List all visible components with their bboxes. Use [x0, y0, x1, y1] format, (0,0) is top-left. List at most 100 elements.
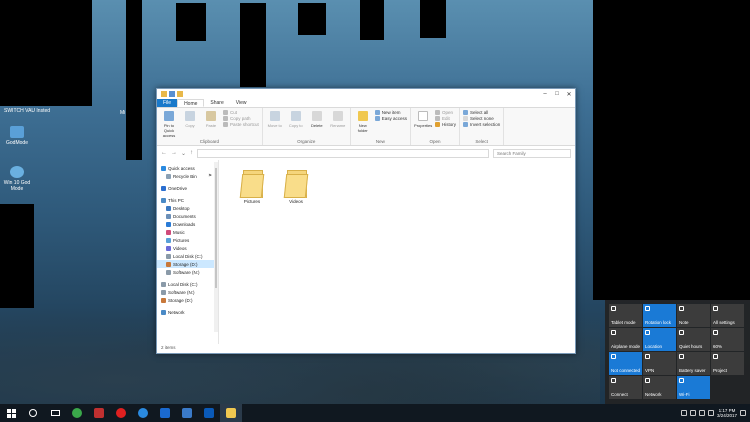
task-view-button[interactable] — [44, 404, 66, 422]
select-none-button[interactable]: Select none — [463, 116, 500, 121]
new-folder-button[interactable]: New folder — [354, 110, 372, 137]
paste-button[interactable]: Paste — [202, 110, 220, 137]
minimize-button[interactable]: – — [539, 91, 551, 98]
new-item-button[interactable]: New item — [374, 110, 407, 115]
redaction-block — [593, 0, 750, 300]
quick-action-icon — [611, 378, 616, 383]
nav-item[interactable]: This PC — [157, 196, 218, 204]
close-button[interactable]: ✕ — [563, 91, 575, 98]
desktop-icon-label: GodMode — [6, 140, 28, 146]
nav-item[interactable]: Music — [157, 228, 218, 236]
nav-item[interactable]: Network — [157, 308, 218, 316]
quick-action-tile[interactable]: Connect — [609, 376, 642, 399]
quick-action-tile[interactable]: Quiet hours — [677, 328, 710, 351]
copy-to-button[interactable]: Copy to — [287, 110, 305, 137]
quick-action-tile[interactable]: Location — [643, 328, 676, 351]
quick-action-icon — [679, 306, 684, 311]
quick-action-label: Location — [645, 344, 663, 349]
maximize-button[interactable]: □ — [551, 91, 563, 98]
properties-button[interactable]: Properties — [414, 110, 432, 137]
open-button[interactable]: Open — [435, 110, 456, 115]
start-button[interactable] — [0, 404, 22, 422]
quick-action-tile[interactable]: 60% — [711, 328, 744, 351]
quick-action-tile[interactable]: Battery saver — [677, 352, 710, 375]
quick-action-tile[interactable]: Note — [677, 304, 710, 327]
nav-item[interactable]: Software (N:) — [157, 268, 218, 276]
tab-share[interactable]: Share — [204, 99, 229, 107]
rename-button[interactable]: Rename — [329, 110, 347, 137]
nav-item[interactable]: Local Disk (C:) — [157, 252, 218, 260]
nav-item-icon — [166, 205, 171, 211]
cortana-button[interactable] — [22, 404, 44, 422]
nav-item-icon — [161, 165, 166, 171]
volume-icon[interactable] — [698, 410, 705, 416]
forward-arrow-icon[interactable]: → — [171, 150, 177, 156]
nav-item[interactable]: Recycle Bin ⚑ — [157, 172, 218, 180]
nav-item[interactable]: Quick access — [157, 164, 218, 172]
taskbar-app-file-explorer[interactable] — [220, 404, 242, 422]
nav-item[interactable]: Storage (D:) — [157, 260, 218, 268]
desktop-icon-godmode[interactable]: GodMode — [0, 126, 34, 146]
recent-chevron-icon[interactable]: ⌄ — [181, 150, 186, 157]
pin-quick-access-button[interactable]: Pin to Quick access — [160, 110, 178, 138]
tab-file[interactable]: File — [157, 99, 178, 107]
taskbar-app[interactable] — [154, 404, 176, 422]
nav-item[interactable]: Pictures — [157, 236, 218, 244]
button-label: Paste shortcut — [230, 122, 259, 127]
nav-item[interactable]: Downloads — [157, 220, 218, 228]
quick-action-tile[interactable]: Wi-Fi — [677, 376, 710, 399]
nav-item[interactable]: Local Disk (C:) — [157, 280, 218, 288]
quick-action-tile[interactable]: Rotation lock — [643, 304, 676, 327]
quick-action-tile[interactable]: Airplane mode — [609, 328, 642, 351]
desktop-icon-win10-godmode[interactable]: Win 10 God Mode — [0, 166, 34, 192]
up-arrow-icon[interactable]: ↑ — [190, 150, 193, 156]
taskbar-app[interactable] — [176, 404, 198, 422]
taskbar-app[interactable] — [132, 404, 154, 422]
cut-button[interactable]: Cut — [223, 110, 259, 115]
easy-access-button[interactable]: Easy access — [374, 116, 407, 121]
folder-item[interactable]: Pictures — [237, 170, 267, 204]
new-folder-icon[interactable] — [177, 91, 183, 97]
folder-item[interactable]: Videos — [281, 170, 311, 204]
paste-shortcut-button[interactable]: Paste shortcut — [223, 122, 259, 127]
taskbar-app[interactable] — [198, 404, 220, 422]
back-arrow-icon[interactable]: ← — [161, 150, 167, 156]
history-button[interactable]: History — [435, 122, 456, 127]
copy-button[interactable]: Copy — [181, 110, 199, 137]
taskbar-app[interactable] — [66, 404, 88, 422]
edit-icon — [435, 116, 441, 121]
tab-view[interactable]: View — [230, 99, 253, 107]
nav-item[interactable]: Storage (D:) — [157, 296, 218, 304]
taskbar-app[interactable] — [110, 404, 132, 422]
invert-selection-button[interactable]: Invert selection — [463, 122, 500, 127]
nav-item[interactable]: Videos — [157, 244, 218, 252]
quick-action-label: Note — [679, 320, 689, 325]
nav-item[interactable]: Documents — [157, 212, 218, 220]
properties-icon[interactable] — [169, 91, 175, 97]
nav-item[interactable]: Software (N:) — [157, 288, 218, 296]
clock[interactable]: 1:17 PM 3/24/2017 — [717, 408, 737, 418]
search-input[interactable]: Search Family — [493, 148, 571, 158]
edit-button[interactable]: Edit — [435, 116, 456, 121]
tray-app-icon[interactable] — [689, 410, 696, 416]
nav-item[interactable]: OneDrive — [157, 184, 218, 192]
quick-action-tile[interactable]: Tablet mode — [609, 304, 642, 327]
delete-button[interactable]: Delete — [308, 110, 326, 137]
taskbar-app[interactable] — [88, 404, 110, 422]
nav-item[interactable]: Desktop — [157, 204, 218, 212]
quick-action-tile[interactable]: All settings — [711, 304, 744, 327]
network-icon[interactable] — [707, 410, 714, 416]
quick-action-tile[interactable]: Project — [711, 352, 744, 375]
move-to-button[interactable]: Move to — [266, 110, 284, 137]
nav-item-label: Network — [168, 309, 185, 315]
address-bar[interactable] — [197, 148, 489, 158]
copy-path-button[interactable]: Copy path — [223, 116, 259, 121]
nav-scrollbar[interactable] — [214, 162, 218, 332]
select-all-button[interactable]: Select all — [463, 110, 500, 115]
tab-home[interactable]: Home — [177, 99, 205, 107]
quick-action-tile[interactable]: Network — [643, 376, 676, 399]
quick-action-tile[interactable]: VPN — [643, 352, 676, 375]
quick-action-tile[interactable]: Not connected — [609, 352, 642, 375]
action-center-icon[interactable] — [740, 410, 746, 416]
tray-chevron-icon[interactable] — [680, 410, 687, 416]
